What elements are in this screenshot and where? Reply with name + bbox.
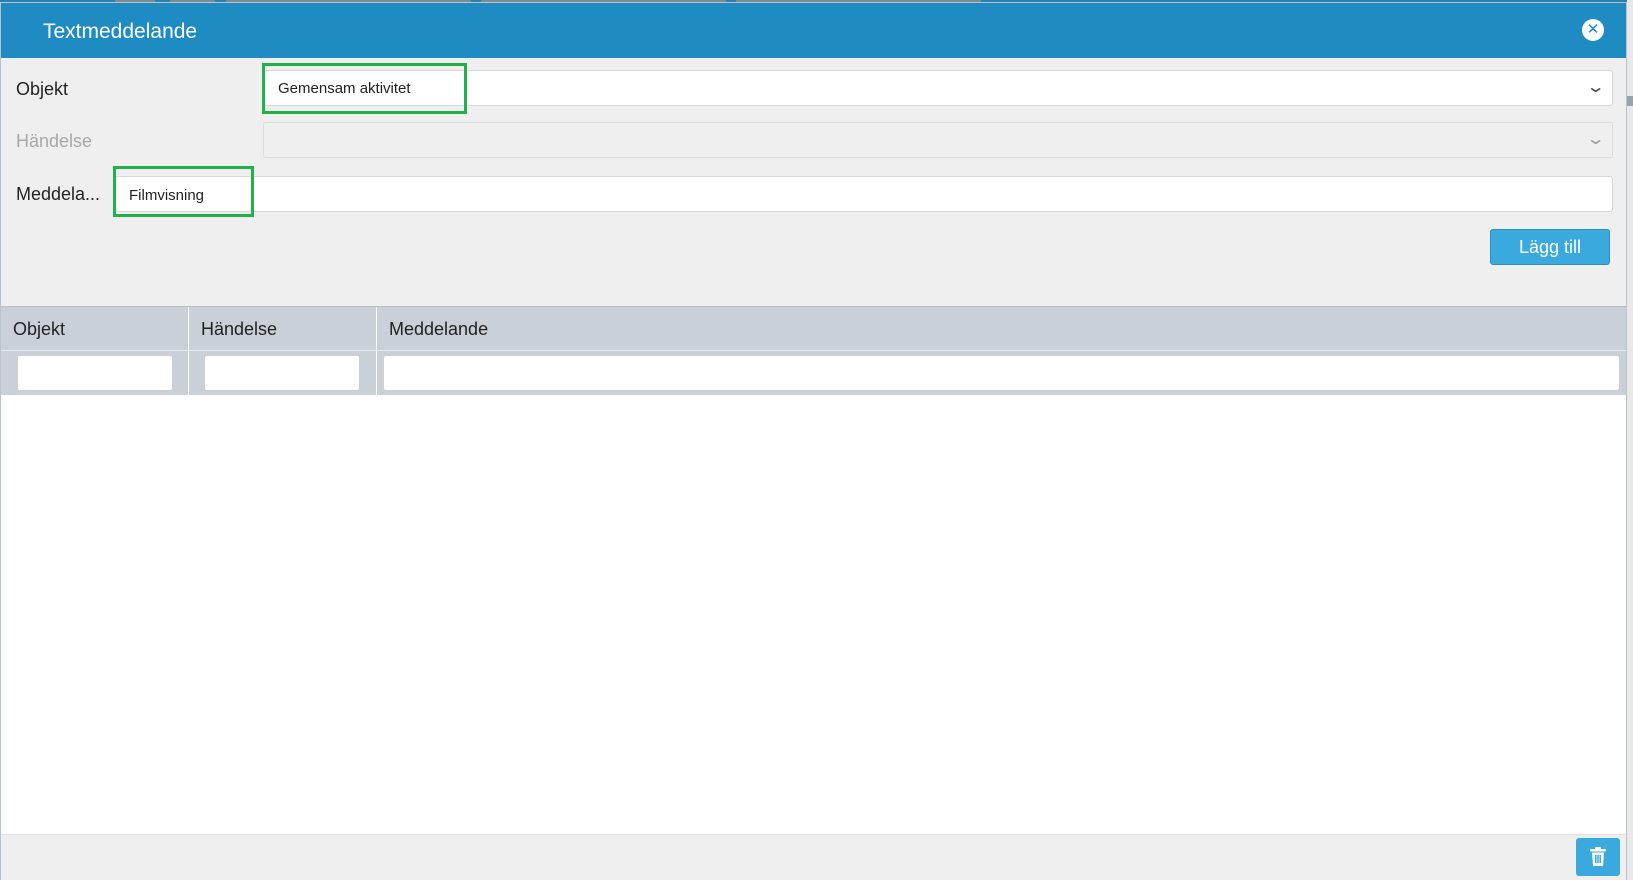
trash-icon[interactable] <box>1576 838 1620 876</box>
column-header-meddelande[interactable]: Meddelande <box>377 307 1628 351</box>
grid-header: Objekt Händelse Meddelande <box>1 306 1628 351</box>
textmeddelande-dialog: Textmeddelande ✕ Objekt Gemensam aktivit… <box>0 2 1627 880</box>
filter-objekt-input[interactable] <box>17 355 173 391</box>
filter-cell <box>189 351 377 396</box>
background-bar <box>1627 96 1633 106</box>
objekt-label: Objekt <box>16 79 69 99</box>
background-app-edge <box>1627 0 1633 880</box>
filter-handelse-input[interactable] <box>204 355 360 391</box>
dialog-titlebar: Textmeddelande ✕ <box>1 3 1626 58</box>
dialog-title: Textmeddelande <box>43 20 198 43</box>
chevron-down-icon: ⌄ <box>1585 131 1606 148</box>
grid-body <box>1 395 1626 834</box>
meddelande-input[interactable] <box>115 176 1613 212</box>
chevron-down-icon: ⌄ <box>1585 79 1606 96</box>
handelse-label: Händelse <box>16 131 93 151</box>
filter-cell <box>377 351 1628 396</box>
column-header-handelse[interactable]: Händelse <box>189 307 377 351</box>
objekt-select-value: Gemensam aktivitet <box>278 80 411 97</box>
filter-cell <box>1 351 189 396</box>
meddelande-label: Meddela... <box>16 184 101 204</box>
dialog-footer <box>1 834 1626 880</box>
add-button[interactable]: Lägg till <box>1490 229 1610 265</box>
close-icon[interactable]: ✕ <box>1582 19 1604 41</box>
handelse-select[interactable]: ⌄ <box>263 122 1613 158</box>
column-header-objekt[interactable]: Objekt <box>1 307 189 351</box>
filter-meddelande-input[interactable] <box>383 355 1620 391</box>
grid-filter-row <box>1 350 1628 396</box>
objekt-select[interactable]: Gemensam aktivitet ⌄ <box>263 70 1613 106</box>
